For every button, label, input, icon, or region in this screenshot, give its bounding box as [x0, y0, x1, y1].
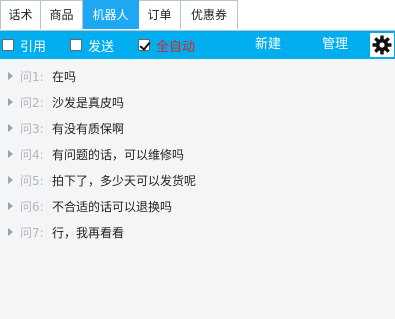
quote-checkbox-box[interactable]: [2, 39, 14, 51]
send-checkbox-label: 发送: [88, 39, 115, 55]
question-text: 不合适的话可以退换吗: [52, 199, 173, 214]
expand-arrow-icon[interactable]: [8, 150, 13, 158]
expand-arrow-icon[interactable]: [8, 176, 13, 184]
quote-checkbox-label: 引用: [20, 39, 47, 55]
gear-icon[interactable]: [370, 33, 394, 57]
question-label: 问5:: [20, 173, 44, 188]
question-text: 有没有质保啊: [52, 121, 125, 136]
question-text: 行，我再看看: [52, 225, 125, 240]
expand-arrow-icon[interactable]: [8, 202, 13, 210]
tab-bar-spacer: [238, 0, 395, 30]
question-text: 拍下了，多少天可以发货呢: [52, 173, 197, 188]
question-label: 问1:: [20, 69, 44, 84]
question-text: 有问题的话，可以维修吗: [52, 147, 185, 162]
list-item[interactable]: 问5: 拍下了，多少天可以发货呢: [0, 167, 395, 193]
list-item[interactable]: 问4: 有问题的话，可以维修吗: [0, 141, 395, 167]
list-item[interactable]: 问6: 不合适的话可以退换吗: [0, 193, 395, 219]
question-text: 沙发是真皮吗: [52, 95, 125, 110]
auto-checkbox-box[interactable]: [138, 39, 150, 51]
auto-checkbox[interactable]: 全自动: [138, 31, 195, 59]
send-checkbox-box[interactable]: [70, 39, 82, 51]
quote-checkbox[interactable]: 引用: [2, 31, 46, 59]
expand-arrow-icon[interactable]: [8, 98, 13, 106]
auto-checkbox-label: 全自动: [156, 39, 196, 55]
tab-bar: 话术 商品 机器人 订单 优惠券: [0, 0, 395, 31]
tab-orders[interactable]: 订单: [139, 0, 181, 29]
list-item[interactable]: 问3: 有没有质保啊: [0, 115, 395, 141]
list-item[interactable]: 问7: 行，我再看看: [0, 219, 395, 245]
question-label: 问2:: [20, 95, 44, 110]
list-item[interactable]: 问2: 沙发是真皮吗: [0, 89, 395, 115]
question-label: 问7:: [20, 225, 44, 240]
manage-button[interactable]: 管理: [300, 31, 370, 59]
tab-coupons[interactable]: 优惠券: [181, 0, 238, 29]
question-label: 问4:: [20, 147, 44, 162]
send-checkbox[interactable]: 发送: [70, 31, 114, 59]
toolbar: 引用 发送 全自动 新建 管理: [0, 31, 395, 59]
tab-products[interactable]: 商品: [41, 0, 83, 29]
expand-arrow-icon[interactable]: [8, 228, 13, 236]
expand-arrow-icon[interactable]: [8, 72, 13, 80]
question-text: 在吗: [52, 69, 77, 84]
expand-arrow-icon[interactable]: [8, 124, 13, 132]
tab-robot[interactable]: 机器人: [83, 0, 139, 29]
tab-scripts[interactable]: 话术: [0, 0, 41, 29]
list-item[interactable]: 问1: 在吗: [0, 63, 395, 89]
question-label: 问3:: [20, 121, 44, 136]
new-button[interactable]: 新建: [236, 31, 300, 59]
question-label: 问6:: [20, 199, 44, 214]
